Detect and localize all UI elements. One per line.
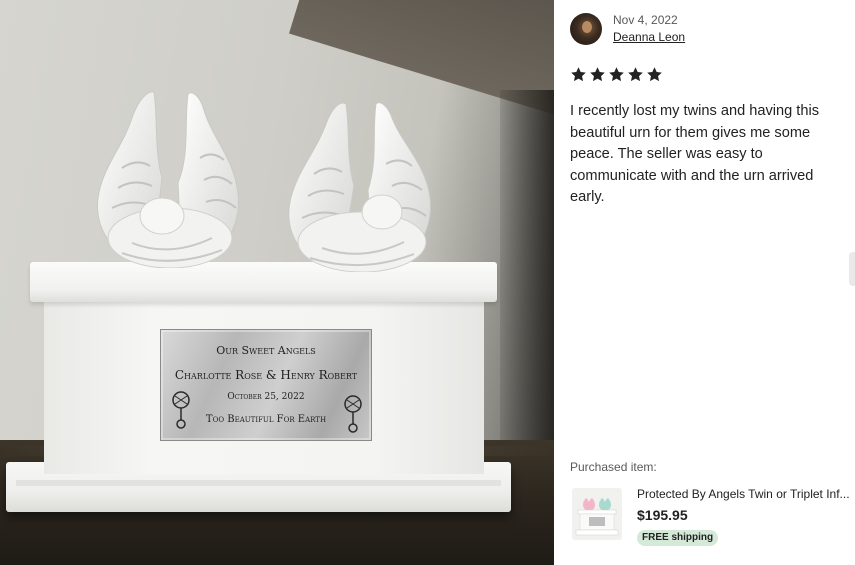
- next-arrow-edge[interactable]: [849, 252, 855, 286]
- review-panel: Nov 4, 2022 Deanna Leon I recently lost …: [554, 0, 855, 565]
- review-text: I recently lost my twins and having this…: [570, 103, 820, 205]
- plaque-line-1: Our Sweet Angels: [216, 344, 316, 357]
- star-icon: [628, 67, 643, 82]
- product-title-link[interactable]: Protected By Angels Twin or Triplet Inf.…: [637, 487, 855, 501]
- reviewer-avatar[interactable]: [570, 13, 602, 45]
- review-date: Nov 4, 2022: [613, 13, 678, 27]
- star-icon: [609, 67, 624, 82]
- urn-thumbnail-image: [572, 488, 622, 540]
- engraved-plaque: Our Sweet Angels Charlotte Rose & Henry …: [160, 329, 372, 441]
- urn-base-step: [16, 480, 501, 486]
- star-rating: [570, 66, 663, 83]
- star-icon: [590, 67, 605, 82]
- rattle-icon: [172, 391, 190, 429]
- background-shadow: [500, 90, 554, 480]
- angel-figurine-right: [288, 102, 431, 272]
- purchased-item-label: Purchased item:: [570, 460, 657, 474]
- star-icon: [647, 67, 662, 82]
- rattle-icon: [344, 395, 362, 433]
- product-thumbnail[interactable]: [572, 488, 622, 540]
- star-icon: [571, 67, 586, 82]
- plaque-line-2: Charlotte Rose & Henry Robert: [174, 368, 358, 382]
- review-photo[interactable]: Our Sweet Angels Charlotte Rose & Henry …: [0, 0, 554, 565]
- angel-figurine-left: [96, 91, 239, 268]
- reviewer-name-link[interactable]: Deanna Leon: [613, 30, 685, 44]
- product-price: $195.95: [637, 507, 688, 523]
- free-shipping-badge: FREE shipping: [637, 530, 719, 546]
